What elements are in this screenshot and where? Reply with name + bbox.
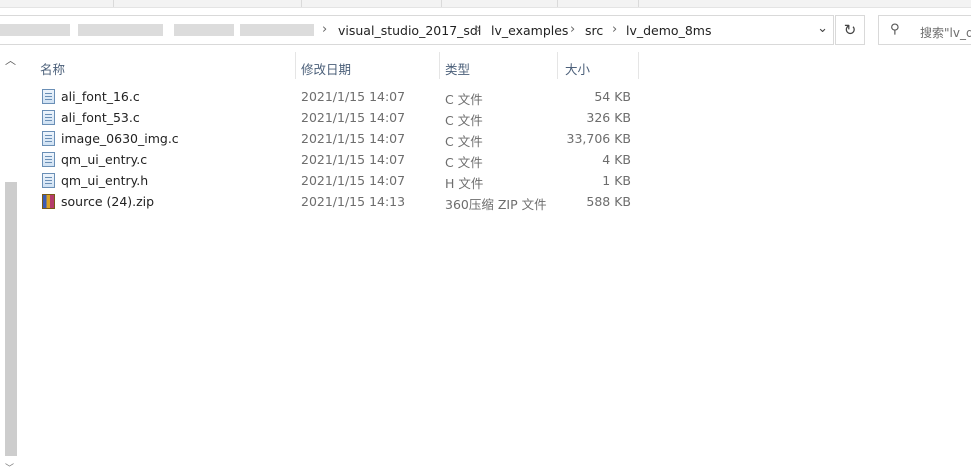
file-size: 1 KB [602,173,631,188]
c-file-icon [42,131,55,146]
file-name: image_0630_img.c [61,131,179,146]
ribbon-divider [113,0,114,7]
file-modified: 2021/1/15 14:07 [301,173,406,188]
navigation-pane: ︿ ﹀ [0,52,19,474]
ribbon-divider [301,0,302,7]
refresh-button[interactable]: ↻ [835,15,865,45]
file-name: ali_font_53.c [61,110,140,125]
file-row[interactable]: image_0630_img.c 2021/1/15 14:07 C 文件 33… [39,128,639,149]
file-row[interactable]: source (24).zip 2021/1/15 14:13 360压缩 ZI… [39,191,639,212]
column-header-size[interactable]: 大小 [565,59,590,78]
column-divider[interactable] [295,52,296,79]
ribbon-divider [638,0,639,7]
breadcrumb-item[interactable]: lv_demo_8ms [626,23,711,38]
file-row[interactable]: qm_ui_entry.c 2021/1/15 14:07 C 文件 4 KB [39,149,639,170]
column-header-row: 名称 修改日期 类型 大小 [0,56,971,80]
ribbon-remnant [0,0,971,8]
file-modified: 2021/1/15 14:07 [301,89,406,104]
file-type: C 文件 [445,113,483,128]
blurred-path-segment [0,24,70,36]
breadcrumb-item[interactable]: visual_studio_2017_sdl [338,23,481,38]
file-modified: 2021/1/15 14:07 [301,131,406,146]
chevron-down-icon[interactable]: ⌄ [817,21,828,36]
column-header-modified[interactable]: 修改日期 [301,59,351,78]
file-type: H 文件 [445,176,484,191]
search-icon: ⚲ [890,22,900,37]
file-size: 326 KB [586,110,631,125]
file-name: source (24).zip [61,194,155,209]
file-row[interactable]: ali_font_53.c 2021/1/15 14:07 C 文件 326 K… [39,107,639,128]
file-modified: 2021/1/15 14:13 [301,194,406,209]
c-file-icon [42,89,55,104]
column-header-name[interactable]: 名称 [40,59,65,78]
file-type: C 文件 [445,92,483,107]
blurred-path-segment [174,24,234,36]
blurred-path-segment [240,24,314,36]
search-box[interactable]: ⚲ 搜索"lv_d [878,15,971,45]
chevron-right-icon[interactable]: › [322,22,327,37]
file-size: 4 KB [602,152,631,167]
file-type: 360压缩 ZIP 文件 [445,197,547,212]
blurred-path-segment [78,24,163,36]
file-size: 588 KB [586,194,631,209]
breadcrumb-item[interactable]: src [585,23,603,38]
file-size: 54 KB [594,89,631,104]
file-size: 33,706 KB [566,131,631,146]
zip-archive-icon [42,194,55,209]
ribbon-divider [441,0,442,7]
h-file-icon [42,173,55,188]
file-type: C 文件 [445,134,483,149]
column-divider[interactable] [439,52,440,79]
scroll-down-arrow-icon[interactable]: ﹀ [5,461,14,474]
search-input[interactable]: 搜索"lv_d [920,24,971,41]
file-name: ali_font_16.c [61,89,140,104]
chevron-right-icon[interactable]: › [612,22,617,37]
breadcrumb-item[interactable]: lv_examples [491,23,568,38]
refresh-icon: ↻ [843,21,857,39]
scrollbar-thumb[interactable] [5,182,17,456]
file-row[interactable]: ali_font_16.c 2021/1/15 14:07 C 文件 54 KB [39,86,639,107]
ribbon-divider [557,0,558,7]
column-header-type[interactable]: 类型 [445,59,470,78]
c-file-icon [42,152,55,167]
file-modified: 2021/1/15 14:07 [301,152,406,167]
file-row[interactable]: qm_ui_entry.h 2021/1/15 14:07 H 文件 1 KB [39,170,639,191]
address-bar[interactable]: › visual_studio_2017_sdl › lv_examples ›… [0,15,834,45]
file-name: qm_ui_entry.h [61,173,149,188]
column-divider[interactable] [638,52,639,79]
column-divider[interactable] [557,52,558,79]
chevron-right-icon[interactable]: › [476,22,481,37]
chevron-right-icon[interactable]: › [570,22,575,37]
file-name: qm_ui_entry.c [61,152,148,167]
file-modified: 2021/1/15 14:07 [301,110,406,125]
c-file-icon [42,110,55,125]
file-type: C 文件 [445,155,483,170]
